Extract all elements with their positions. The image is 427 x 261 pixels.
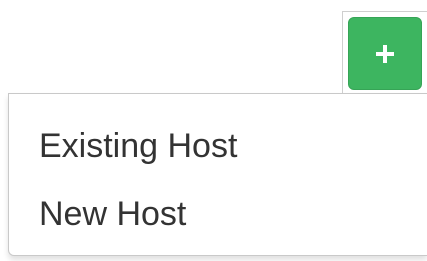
plus-icon	[376, 44, 394, 63]
add-host-button[interactable]	[348, 17, 422, 90]
add-host-dropdown-menu: Existing Host New Host	[8, 93, 427, 256]
menu-item-new-host[interactable]: New Host	[9, 182, 427, 246]
host-add-widget: Existing Host New Host	[0, 0, 427, 261]
menu-item-existing-host[interactable]: Existing Host	[9, 114, 427, 178]
